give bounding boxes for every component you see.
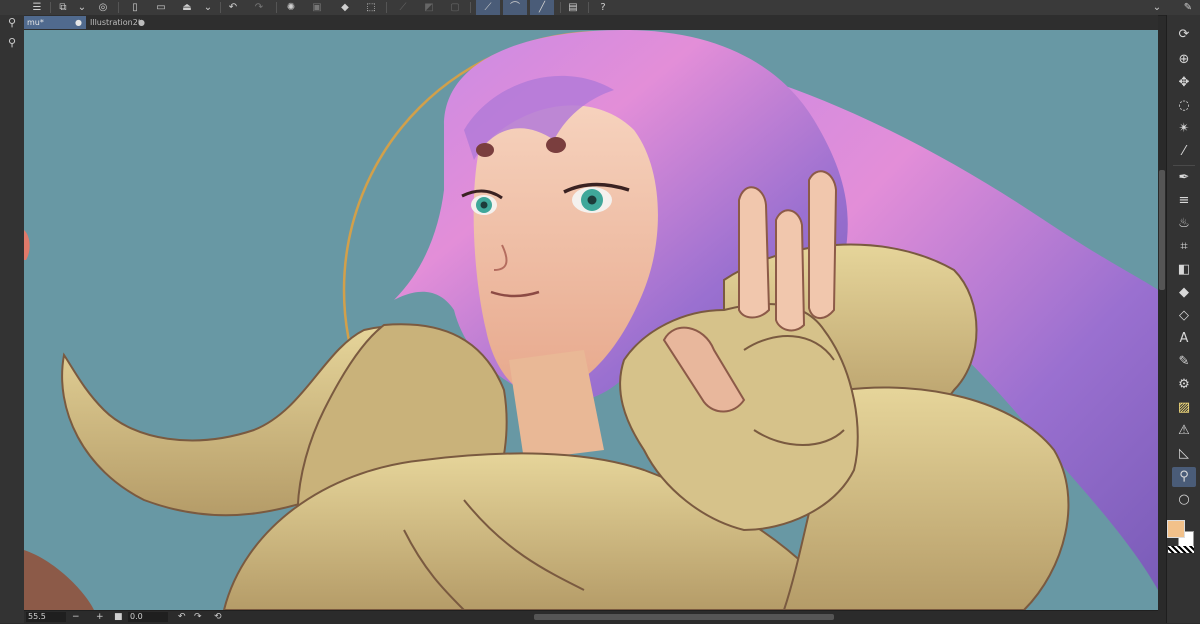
zoom-in-icon[interactable]: +: [96, 611, 104, 624]
blend-icon[interactable]: ✎: [1172, 352, 1196, 372]
brow-dot-left: [476, 143, 494, 157]
operation-icon[interactable]: ◺: [1172, 444, 1196, 464]
divider: [50, 2, 51, 13]
airbrush-icon[interactable]: ♨: [1172, 214, 1196, 234]
folder-open-icon[interactable]: ▭: [154, 0, 168, 15]
tab-close-icon[interactable]: ●: [75, 16, 82, 29]
chevron-down-icon[interactable]: ⌄: [1150, 0, 1164, 15]
selection-icon[interactable]: ▢: [448, 0, 462, 15]
transform-icon[interactable]: ⟋: [396, 0, 410, 15]
divider: [560, 2, 561, 13]
command-bar: ☰ ⧉ ⌄ ◎ ▯ ▭ ⏏ ⌄ ↶ ↷ ✺ ▣ ◆ ⬚ ⟋ ◩ ▢ ⟋ ⌒ ╱ …: [0, 0, 1200, 16]
search-icon[interactable]: ⚲: [3, 15, 21, 31]
reset-rotation-icon[interactable]: ⟲: [214, 611, 222, 624]
balloon-icon[interactable]: ○: [1172, 490, 1196, 510]
divider: [118, 2, 119, 13]
device-icon[interactable]: ▤: [566, 0, 580, 15]
loading-icon[interactable]: ✺: [284, 0, 298, 15]
pupil-right: [587, 195, 597, 205]
divider: [470, 2, 471, 13]
zoom-out-icon[interactable]: −: [72, 611, 80, 624]
menu-icon[interactable]: ☰: [30, 0, 44, 15]
divider: [276, 2, 277, 13]
main-color-swatch[interactable]: [1167, 520, 1185, 538]
help-icon[interactable]: ?: [596, 0, 610, 15]
rotation-field[interactable]: 0.0: [128, 612, 168, 622]
tab-close-icon[interactable]: ●: [138, 16, 145, 29]
finger-2: [775, 209, 806, 332]
horizontal-scrollbar-thumb[interactable]: [534, 614, 834, 620]
new-icon[interactable]: ⧉: [56, 0, 70, 15]
tab-mu[interactable]: mu* ●: [24, 16, 86, 29]
frame-icon[interactable]: ⚠: [1172, 421, 1196, 441]
tab-label: Illustration2*: [90, 18, 142, 27]
finger-1: [738, 186, 771, 319]
undo-icon[interactable]: ↶: [226, 0, 240, 15]
figure-icon[interactable]: ⚙: [1172, 375, 1196, 395]
scrollbar-thumb[interactable]: [1159, 170, 1165, 290]
rotate-left-icon[interactable]: ↶: [178, 611, 186, 624]
zoom-tool-icon[interactable]: ⊕: [1172, 50, 1196, 70]
text-tool-icon[interactable]: A: [1172, 329, 1196, 349]
status-bar: 55.5 − + ■ 0.0 ↶ ↷ ⟲: [24, 610, 1158, 624]
chevron-down-icon[interactable]: ⌄: [202, 0, 214, 15]
chevron-down-icon[interactable]: ⌄: [76, 0, 88, 15]
lasso-icon[interactable]: ◌: [1172, 96, 1196, 116]
divider: [386, 2, 387, 13]
zoom-field[interactable]: 55.5: [26, 612, 66, 622]
tab-label: mu*: [27, 18, 44, 27]
document-tabs: mu* ● Illustration2* ●: [24, 15, 1158, 31]
pupil-left: [480, 201, 488, 209]
document-icon[interactable]: ▯: [128, 0, 142, 15]
clear-icon[interactable]: ◩: [422, 0, 436, 15]
save-icon[interactable]: ⏏: [180, 0, 194, 15]
brow-dot-right: [546, 137, 566, 153]
lines-icon[interactable]: ≡: [1172, 191, 1196, 211]
line-icon[interactable]: ╱: [530, 0, 554, 15]
magic-wand-icon[interactable]: ✴: [1172, 119, 1196, 139]
ruler-icon[interactable]: ▨: [1172, 398, 1196, 418]
gradient-icon[interactable]: ◧: [1172, 260, 1196, 280]
divider: [1173, 165, 1195, 166]
fill-bucket-icon[interactable]: ◆: [1172, 283, 1196, 303]
fill-icon[interactable]: ◆: [338, 0, 352, 15]
rotate-icon[interactable]: ⟳: [1172, 25, 1196, 45]
left-edge-fragment: [24, 230, 30, 260]
redo-icon[interactable]: ↷: [252, 0, 266, 15]
stop-icon[interactable]: ■: [114, 611, 123, 624]
move-icon[interactable]: ✥: [1172, 73, 1196, 93]
navigator-icon[interactable]: ⚲: [3, 35, 21, 51]
pen-stabilize-icon[interactable]: ⟋: [476, 0, 500, 15]
eraser-icon[interactable]: ◇: [1172, 306, 1196, 326]
divider: [220, 2, 221, 13]
crop-icon[interactable]: ⬚: [364, 0, 378, 15]
eyedropper-icon[interactable]: ⁄: [1172, 142, 1196, 162]
pen-icon[interactable]: ✎: [1180, 0, 1196, 15]
drawing-canvas[interactable]: [24, 30, 1158, 610]
divider: [588, 2, 589, 13]
vertical-scrollbar[interactable]: [1158, 30, 1166, 610]
left-panel: ⚲ ⚲: [0, 15, 25, 623]
search-icon[interactable]: ⚲: [1172, 467, 1196, 487]
pen-icon[interactable]: ✒: [1172, 168, 1196, 188]
snap-icon[interactable]: ▣: [310, 0, 324, 15]
tab-illustration2[interactable]: Illustration2* ●: [87, 16, 149, 29]
decoration-icon[interactable]: ⌗: [1172, 237, 1196, 257]
layers-icon[interactable]: ◎: [96, 0, 110, 15]
lower-left-fragment: [24, 550, 94, 610]
finger-3: [808, 170, 838, 319]
rotate-right-icon[interactable]: ↷: [194, 611, 202, 624]
transparent-color-swatch[interactable]: [1168, 546, 1194, 553]
curve-icon[interactable]: ⌒: [503, 0, 527, 15]
artwork: [24, 30, 1158, 610]
